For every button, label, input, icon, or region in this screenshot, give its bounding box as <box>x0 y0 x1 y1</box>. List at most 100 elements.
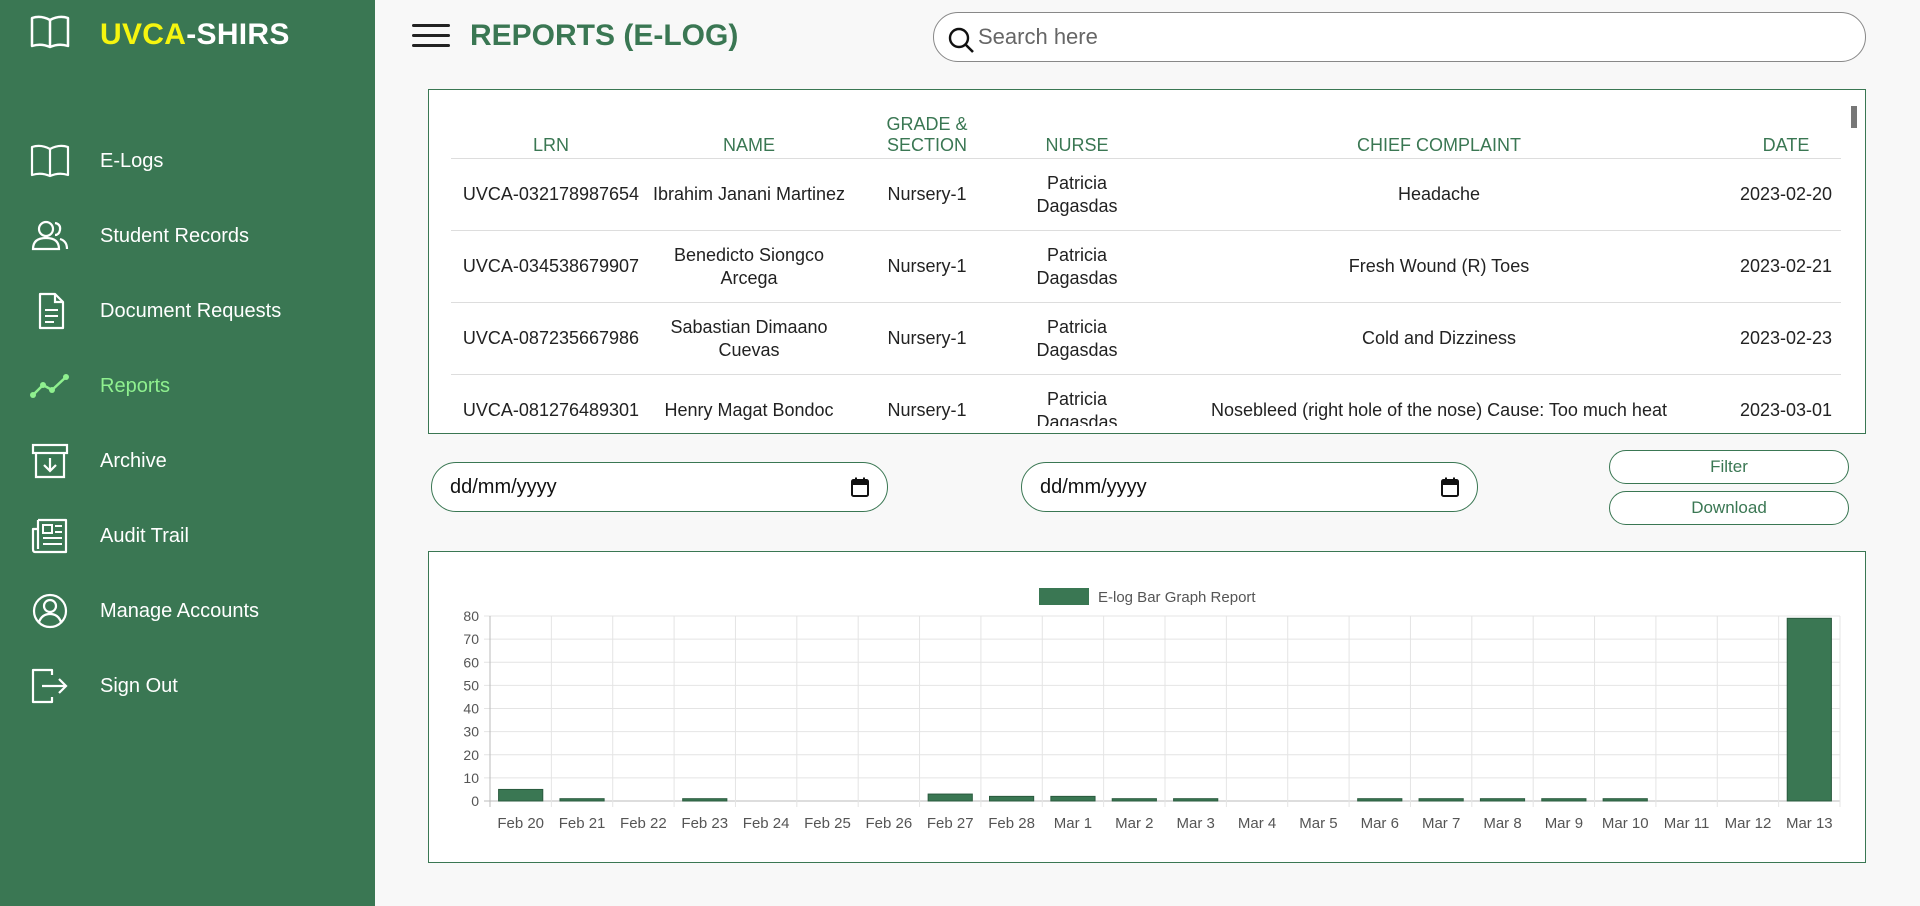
cell-date: 2023-02-23 <box>1731 302 1841 375</box>
sidebar-item-label: E-Logs <box>100 149 164 172</box>
sidebar-item-student-records[interactable]: Student Records <box>0 206 375 266</box>
cell-lrn: UVCA-087235667986 <box>451 302 651 375</box>
y-tick-label: 50 <box>463 677 479 693</box>
bar <box>1602 798 1648 802</box>
cell-lrn: UVCA-032178987654 <box>451 158 651 231</box>
x-tick-label: Mar 12 <box>1725 815 1772 832</box>
x-tick-label: Mar 7 <box>1422 815 1460 832</box>
cell-grade-section: Nursery-1 <box>847 374 1007 426</box>
cell-chief-complaint: Nosebleed (right hole of the nose) Cause… <box>1147 374 1731 426</box>
table-row[interactable]: UVCA-087235667986 Sabastian Dimaano Cuev… <box>451 302 1841 375</box>
x-tick-label: Mar 3 <box>1177 815 1215 832</box>
x-tick-label: Feb 22 <box>620 815 667 832</box>
bar <box>1418 798 1464 802</box>
bar <box>927 793 973 802</box>
sidebar-item-label: Reports <box>100 374 171 397</box>
sidebar-item-reports[interactable]: Reports <box>0 356 375 416</box>
bar <box>682 798 728 802</box>
y-tick-label: 10 <box>463 770 479 786</box>
table-row[interactable]: UVCA-034538679907 Benedicto Siongco Arce… <box>451 230 1841 303</box>
bar <box>498 788 544 802</box>
elog-table: LRN NAME GRADE & SECTION NURSE CHIEF COM… <box>451 114 1841 426</box>
cell-chief-complaint: Fresh Wound (R) Toes <box>1147 230 1731 303</box>
table-header-row: LRN NAME GRADE & SECTION NURSE CHIEF COM… <box>451 114 1841 159</box>
sign-out-icon <box>31 668 68 704</box>
search-bar[interactable] <box>933 12 1866 62</box>
x-tick-label: Mar 5 <box>1299 815 1337 832</box>
column-header-date[interactable]: DATE <box>1731 114 1841 159</box>
elog-table-panel: LRN NAME GRADE & SECTION NURSE CHIEF COM… <box>428 89 1866 434</box>
search-icon <box>948 27 974 53</box>
y-tick-label: 30 <box>463 724 479 740</box>
brand-highlight: UVCA <box>100 18 187 51</box>
cell-date: 2023-02-20 <box>1731 158 1841 231</box>
cell-lrn: UVCA-081276489301 <box>451 374 651 426</box>
table-scroll-area[interactable]: LRN NAME GRADE & SECTION NURSE CHIEF COM… <box>451 114 1841 426</box>
table-scrollbar[interactable] <box>1851 106 1857 426</box>
cell-nurse: Patricia Dagasdas <box>1007 374 1147 426</box>
cell-lrn: UVCA-034538679907 <box>451 230 651 303</box>
sidebar-item-label: Manage Accounts <box>100 599 259 622</box>
sidebar-item-manage-accounts[interactable]: Manage Accounts <box>0 581 375 641</box>
sidebar-item-label: Student Records <box>100 224 249 247</box>
y-tick-label: 80 <box>463 608 479 624</box>
column-header-nurse[interactable]: NURSE <box>1007 114 1147 159</box>
download-button[interactable]: Download <box>1609 491 1849 525</box>
document-icon <box>38 292 65 330</box>
x-tick-label: Feb 25 <box>804 815 851 832</box>
end-date-input[interactable]: dd/mm/yyyy <box>1021 462 1478 512</box>
legend-label: E-log Bar Graph Report <box>1098 589 1256 606</box>
bar <box>1173 798 1219 802</box>
start-date-input[interactable]: dd/mm/yyyy <box>431 462 888 512</box>
bar <box>989 795 1035 802</box>
bar <box>1786 617 1832 802</box>
y-tick-label: 20 <box>463 747 479 763</box>
sidebar-item-e-logs[interactable]: E-Logs <box>0 131 375 191</box>
sidebar-item-label: Archive <box>100 449 167 472</box>
column-header-name[interactable]: NAME <box>651 114 847 159</box>
y-tick-label: 70 <box>463 631 479 647</box>
x-tick-label: Feb 23 <box>681 815 728 832</box>
cell-chief-complaint: Cold and Dizziness <box>1147 302 1731 375</box>
sidebar-item-audit-trail[interactable]: Audit Trail <box>0 506 375 566</box>
page-title: REPORTS (E-LOG) <box>470 19 739 52</box>
x-tick-label: Feb 20 <box>497 815 544 832</box>
sidebar: UVCA-SHIRS E-Logs Student Records Docume… <box>0 0 375 906</box>
table-row[interactable]: UVCA-032178987654 Ibrahim Janani Martine… <box>451 158 1841 231</box>
x-tick-label: Mar 8 <box>1483 815 1521 832</box>
brand-name: UVCA-SHIRS <box>100 18 290 52</box>
cell-grade-section: Nursery-1 <box>847 230 1007 303</box>
bar <box>1050 795 1096 802</box>
sidebar-item-sign-out[interactable]: Sign Out <box>0 656 375 716</box>
x-tick-label: Mar 1 <box>1054 815 1092 832</box>
cell-date: 2023-02-21 <box>1731 230 1841 303</box>
filter-button[interactable]: Filter <box>1609 450 1849 484</box>
column-header-lrn[interactable]: LRN <box>451 114 651 159</box>
bar <box>1357 798 1403 802</box>
newspaper-icon <box>31 518 68 554</box>
column-header-grade-section[interactable]: GRADE & SECTION <box>847 114 1007 159</box>
sidebar-item-document-requests[interactable]: Document Requests <box>0 281 375 341</box>
scrollbar-thumb[interactable] <box>1851 106 1857 128</box>
table-row[interactable]: UVCA-081276489301 Henry Magat Bondoc Nur… <box>451 374 1841 426</box>
calendar-icon[interactable] <box>851 477 869 497</box>
hamburger-menu-icon[interactable] <box>410 20 452 52</box>
chart-panel: 0 10 20 30 40 50 60 70 80 Feb 20 Feb 21 Feb 22 Feb 2… <box>428 551 1866 863</box>
cell-nurse: Patricia Dagasdas <box>1007 230 1147 303</box>
column-header-chief-complaint[interactable]: CHIEF COMPLAINT <box>1147 114 1731 159</box>
x-tick-label: Mar 11 <box>1664 815 1710 832</box>
sidebar-item-archive[interactable]: Archive <box>0 431 375 491</box>
x-tick-label: Feb 27 <box>927 815 974 832</box>
sidebar-item-label: Document Requests <box>100 299 282 322</box>
calendar-icon[interactable] <box>1441 477 1459 497</box>
x-tick-label: Feb 28 <box>988 815 1035 832</box>
y-tick-label: 0 <box>471 793 479 809</box>
cell-nurse: Patricia Dagasdas <box>1007 158 1147 231</box>
search-input[interactable] <box>978 19 1838 55</box>
cell-grade-section: Nursery-1 <box>847 158 1007 231</box>
brand: UVCA-SHIRS <box>0 0 375 72</box>
bar <box>559 798 605 802</box>
x-tick-label: Mar 4 <box>1238 815 1276 832</box>
x-tick-label: Feb 24 <box>743 815 790 832</box>
bar-chart: 0 10 20 30 40 50 60 70 80 Feb 20 Feb 21 Feb 22 Feb 2… <box>463 588 1841 832</box>
